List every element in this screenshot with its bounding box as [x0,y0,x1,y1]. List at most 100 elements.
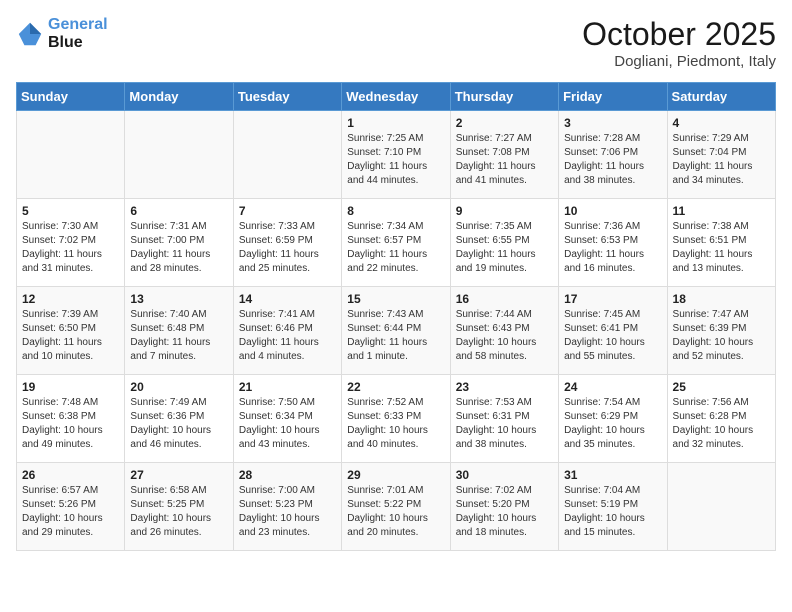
calendar-cell: 12 Sunrise: 7:39 AM Sunset: 6:50 PM Dayli… [17,287,125,375]
day-number: 4 [673,116,770,130]
day-number: 27 [130,468,227,482]
calendar-body: 1 Sunrise: 7:25 AM Sunset: 7:10 PM Daylig… [17,111,776,551]
calendar-cell: 6Sunrise: 7:31 AM Sunset: 7:00 PM Daylig… [125,199,233,287]
day-info: Sunrise: 7:39 AM Sunset: 6:50 PM Dayligh… [22,308,119,364]
calendar-cell: 7 Sunrise: 7:33 AM Sunset: 6:59 PM Daylig… [233,199,341,287]
calendar-cell: 24Sunrise: 7:54 AM Sunset: 6:29 PM Dayli… [559,375,667,463]
weekday-header-sunday: Sunday [17,83,125,111]
day-info: Sunrise: 7:53 AM Sunset: 6:31 PM Dayligh… [456,396,553,452]
day-info: Sunrise: 7:48 AM Sunset: 6:38 PM Dayligh… [22,396,119,452]
day-info: Sunrise: 7:50 AM Sunset: 6:34 PM Dayligh… [239,396,336,452]
weekday-header-friday: Friday [559,83,667,111]
day-info: Sunrise: 7:34 AM Sunset: 6:57 PM Dayligh… [347,220,444,276]
calendar-cell [17,111,125,199]
calendar-cell: 21 Sunrise: 7:50 AM Sunset: 6:34 PM Dayli… [233,375,341,463]
day-info: Sunrise: 7:04 AM Sunset: 5:19 PM Dayligh… [564,484,661,540]
day-number: 22 [347,380,444,394]
weekday-header-monday: Monday [125,83,233,111]
calendar-cell: 5Sunrise: 7:30 AM Sunset: 7:02 PM Daylig… [17,199,125,287]
day-number: 29 [347,468,444,482]
calendar-cell: 1 Sunrise: 7:25 AM Sunset: 7:10 PM Daylig… [342,111,450,199]
calendar-cell: 27 Sunrise: 6:58 AM Sunset: 5:25 PM Dayli… [125,463,233,551]
logo: General Blue [16,16,108,51]
calendar-cell: 23 Sunrise: 7:53 AM Sunset: 6:31 PM Dayli… [450,375,558,463]
logo-text-general: General [48,16,108,33]
day-number: 1 [347,116,444,130]
calendar-cell: 2 Sunrise: 7:27 AM Sunset: 7:08 PM Daylig… [450,111,558,199]
day-info: Sunrise: 6:57 AM Sunset: 5:26 PM Dayligh… [22,484,119,540]
calendar-cell: 11Sunrise: 7:38 AM Sunset: 6:51 PM Dayli… [667,199,775,287]
weekday-header-wednesday: Wednesday [342,83,450,111]
calendar-cell: 20Sunrise: 7:49 AM Sunset: 6:36 PM Dayli… [125,375,233,463]
calendar-week-3: 12 Sunrise: 7:39 AM Sunset: 6:50 PM Dayli… [17,287,776,375]
calendar-week-1: 1 Sunrise: 7:25 AM Sunset: 7:10 PM Daylig… [17,111,776,199]
page-header: General Blue October 2025 Dogliani, Pied… [16,16,776,70]
calendar-cell: 15 Sunrise: 7:43 AM Sunset: 6:44 PM Dayli… [342,287,450,375]
calendar-cell: 13Sunrise: 7:40 AM Sunset: 6:48 PM Dayli… [125,287,233,375]
logo-icon [16,20,44,48]
day-number: 21 [239,380,336,394]
day-number: 13 [130,292,227,306]
day-number: 20 [130,380,227,394]
calendar-header: SundayMondayTuesdayWednesdayThursdayFrid… [17,83,776,111]
calendar-cell: 18 Sunrise: 7:47 AM Sunset: 6:39 PM Dayli… [667,287,775,375]
calendar-week-5: 26 Sunrise: 6:57 AM Sunset: 5:26 PM Dayli… [17,463,776,551]
day-number: 2 [456,116,553,130]
day-number: 12 [22,292,119,306]
calendar-cell: 3Sunrise: 7:28 AM Sunset: 7:06 PM Daylig… [559,111,667,199]
calendar-cell: 25 Sunrise: 7:56 AM Sunset: 6:28 PM Dayli… [667,375,775,463]
day-number: 23 [456,380,553,394]
day-info: Sunrise: 7:30 AM Sunset: 7:02 PM Dayligh… [22,220,119,276]
day-info: Sunrise: 7:00 AM Sunset: 5:23 PM Dayligh… [239,484,336,540]
calendar-cell: 16 Sunrise: 7:44 AM Sunset: 6:43 PM Dayli… [450,287,558,375]
day-info: Sunrise: 7:27 AM Sunset: 7:08 PM Dayligh… [456,132,553,188]
day-info: Sunrise: 7:38 AM Sunset: 6:51 PM Dayligh… [673,220,770,276]
weekday-row: SundayMondayTuesdayWednesdayThursdayFrid… [17,83,776,111]
day-info: Sunrise: 7:35 AM Sunset: 6:55 PM Dayligh… [456,220,553,276]
day-number: 3 [564,116,661,130]
calendar-week-4: 19 Sunrise: 7:48 AM Sunset: 6:38 PM Dayli… [17,375,776,463]
day-info: Sunrise: 7:01 AM Sunset: 5:22 PM Dayligh… [347,484,444,540]
day-info: Sunrise: 6:58 AM Sunset: 5:25 PM Dayligh… [130,484,227,540]
day-info: Sunrise: 7:47 AM Sunset: 6:39 PM Dayligh… [673,308,770,364]
day-number: 16 [456,292,553,306]
logo-text-blue: Blue [48,34,83,51]
calendar-cell [667,463,775,551]
calendar-cell: 30 Sunrise: 7:02 AM Sunset: 5:20 PM Dayli… [450,463,558,551]
day-number: 15 [347,292,444,306]
day-info: Sunrise: 7:44 AM Sunset: 6:43 PM Dayligh… [456,308,553,364]
day-number: 7 [239,204,336,218]
day-info: Sunrise: 7:54 AM Sunset: 6:29 PM Dayligh… [564,396,661,452]
calendar-cell: 14Sunrise: 7:41 AM Sunset: 6:46 PM Dayli… [233,287,341,375]
day-info: Sunrise: 7:33 AM Sunset: 6:59 PM Dayligh… [239,220,336,276]
calendar-cell: 28 Sunrise: 7:00 AM Sunset: 5:23 PM Dayli… [233,463,341,551]
day-number: 10 [564,204,661,218]
day-number: 18 [673,292,770,306]
calendar-cell: 22 Sunrise: 7:52 AM Sunset: 6:33 PM Dayli… [342,375,450,463]
day-number: 30 [456,468,553,482]
day-info: Sunrise: 7:56 AM Sunset: 6:28 PM Dayligh… [673,396,770,452]
calendar-week-2: 5Sunrise: 7:30 AM Sunset: 7:02 PM Daylig… [17,199,776,287]
title-block: October 2025 Dogliani, Piedmont, Italy [582,16,776,70]
day-number: 19 [22,380,119,394]
day-info: Sunrise: 7:52 AM Sunset: 6:33 PM Dayligh… [347,396,444,452]
calendar-cell: 17 Sunrise: 7:45 AM Sunset: 6:41 PM Dayli… [559,287,667,375]
day-number: 25 [673,380,770,394]
day-number: 26 [22,468,119,482]
weekday-header-thursday: Thursday [450,83,558,111]
day-info: Sunrise: 7:29 AM Sunset: 7:04 PM Dayligh… [673,132,770,188]
calendar-cell [125,111,233,199]
calendar-cell: 31Sunrise: 7:04 AM Sunset: 5:19 PM Dayli… [559,463,667,551]
weekday-header-saturday: Saturday [667,83,775,111]
calendar-cell: 8Sunrise: 7:34 AM Sunset: 6:57 PM Daylig… [342,199,450,287]
day-number: 17 [564,292,661,306]
location-subtitle: Dogliani, Piedmont, Italy [582,53,776,70]
day-info: Sunrise: 7:02 AM Sunset: 5:20 PM Dayligh… [456,484,553,540]
day-number: 28 [239,468,336,482]
day-info: Sunrise: 7:25 AM Sunset: 7:10 PM Dayligh… [347,132,444,188]
calendar-cell: 9Sunrise: 7:35 AM Sunset: 6:55 PM Daylig… [450,199,558,287]
day-info: Sunrise: 7:45 AM Sunset: 6:41 PM Dayligh… [564,308,661,364]
day-number: 6 [130,204,227,218]
day-info: Sunrise: 7:36 AM Sunset: 6:53 PM Dayligh… [564,220,661,276]
day-info: Sunrise: 7:43 AM Sunset: 6:44 PM Dayligh… [347,308,444,364]
